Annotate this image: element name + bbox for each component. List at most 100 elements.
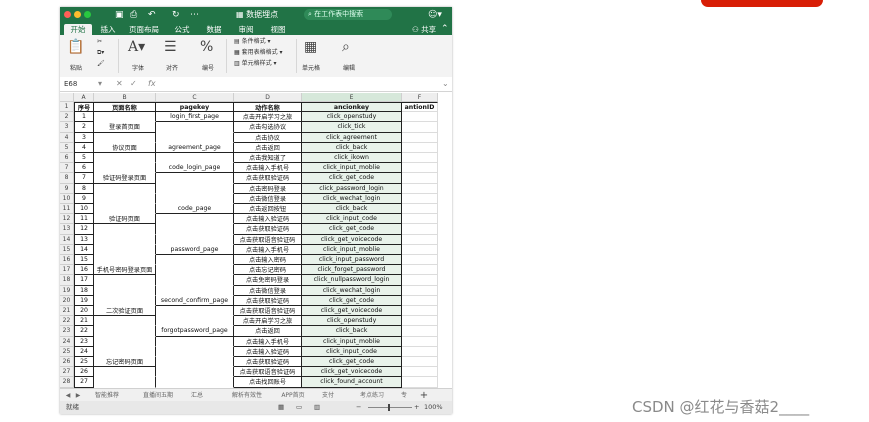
table-cell[interactable] bbox=[402, 163, 438, 174]
row-header[interactable]: 8 bbox=[60, 173, 74, 184]
redo-icon[interactable]: ↻ bbox=[172, 9, 180, 21]
table-cell[interactable]: click_wechat_login bbox=[302, 285, 402, 296]
column-header-a[interactable]: A bbox=[74, 93, 94, 102]
table-cell[interactable]: 26 bbox=[74, 367, 94, 378]
zoom-out-icon[interactable]: − bbox=[356, 402, 361, 413]
table-cell[interactable]: code_page bbox=[156, 204, 234, 215]
table-cell[interactable]: 点击返回 bbox=[234, 142, 302, 153]
table-cell[interactable]: 点击获取语音验证码 bbox=[234, 306, 302, 317]
table-cell[interactable] bbox=[94, 316, 156, 327]
table-cell[interactable] bbox=[156, 153, 234, 164]
table-cell[interactable]: 点击勾选协议 bbox=[234, 122, 302, 133]
table-cell[interactable]: 点击免密码登录 bbox=[234, 275, 302, 286]
header-cell[interactable]: 序号 bbox=[74, 102, 94, 113]
close-window-button[interactable] bbox=[64, 11, 71, 18]
table-cell[interactable] bbox=[94, 275, 156, 286]
table-cell[interactable]: 15 bbox=[74, 255, 94, 266]
table-cell[interactable]: 点击获取验证码 bbox=[234, 295, 302, 306]
table-cell[interactable] bbox=[94, 153, 156, 164]
table-cell[interactable]: click_input_moblie bbox=[302, 244, 402, 255]
table-cell[interactable]: click_input_moblie bbox=[302, 163, 402, 174]
zoom-slider[interactable] bbox=[368, 407, 412, 408]
header-cell[interactable]: ancionkey bbox=[302, 102, 402, 113]
header-cell[interactable]: 动作名称 bbox=[234, 102, 302, 113]
table-cell[interactable] bbox=[156, 234, 234, 245]
table-cell[interactable]: click_get_code bbox=[302, 357, 402, 368]
column-header-b[interactable]: B bbox=[94, 93, 156, 102]
row-header[interactable]: 2 bbox=[60, 112, 74, 123]
table-cell[interactable]: 验证码登录页面 bbox=[94, 173, 156, 184]
table-cell[interactable]: password_page bbox=[156, 244, 234, 255]
prev-sheet-icon[interactable]: ◀ bbox=[64, 390, 72, 401]
table-cell[interactable] bbox=[156, 275, 234, 286]
table-cell[interactable]: forgotpassword_page bbox=[156, 326, 234, 337]
row-header[interactable]: 10 bbox=[60, 193, 74, 204]
table-cell[interactable]: 二次验证页面 bbox=[94, 306, 156, 317]
paste-icon[interactable]: 📋 bbox=[67, 39, 84, 55]
table-cell[interactable]: click_wechat_login bbox=[302, 193, 402, 204]
table-cell[interactable]: 5 bbox=[74, 153, 94, 164]
table-cell[interactable]: 7 bbox=[74, 173, 94, 184]
undo-icon[interactable]: ↶ bbox=[148, 9, 156, 21]
table-cell[interactable] bbox=[402, 142, 438, 153]
row-header[interactable]: 17 bbox=[60, 265, 74, 276]
table-cell[interactable] bbox=[402, 346, 438, 357]
row-header[interactable]: 12 bbox=[60, 214, 74, 225]
table-cell[interactable]: click_openstudy bbox=[302, 316, 402, 327]
table-cell[interactable] bbox=[156, 214, 234, 225]
print-icon[interactable]: ⎙ bbox=[130, 9, 137, 21]
table-cell[interactable]: click_agreement bbox=[302, 132, 402, 143]
sheet-tab-live-room[interactable]: 直播间五期 bbox=[134, 390, 182, 401]
table-cell[interactable]: 点击获取验证码 bbox=[234, 357, 302, 368]
table-cell[interactable]: 点击开启学习之旅 bbox=[234, 112, 302, 123]
table-cell[interactable]: click_input_code bbox=[302, 346, 402, 357]
table-cell[interactable] bbox=[94, 183, 156, 194]
table-cell[interactable]: 验证码页面 bbox=[94, 214, 156, 225]
table-cell[interactable]: 1 bbox=[74, 112, 94, 123]
cancel-icon[interactable]: ✕ bbox=[116, 79, 123, 89]
table-cell[interactable] bbox=[402, 214, 438, 225]
table-cell[interactable] bbox=[402, 285, 438, 296]
table-cell[interactable] bbox=[94, 204, 156, 215]
table-cell[interactable] bbox=[402, 255, 438, 266]
next-sheet-icon[interactable]: ▶ bbox=[74, 390, 82, 401]
cells-icon[interactable]: ▦ bbox=[304, 39, 317, 55]
table-cell[interactable] bbox=[402, 377, 438, 388]
sheet-tab-more[interactable]: 专 bbox=[398, 390, 410, 401]
table-cell[interactable] bbox=[94, 224, 156, 235]
table-cell[interactable] bbox=[156, 346, 234, 357]
maximize-window-button[interactable] bbox=[84, 11, 91, 18]
table-cell[interactable]: click_get_voicecode bbox=[302, 367, 402, 378]
table-cell[interactable] bbox=[402, 183, 438, 194]
row-header[interactable]: 26 bbox=[60, 357, 74, 368]
table-cell[interactable]: 忘记密码页面 bbox=[94, 357, 156, 368]
table-format-button[interactable]: ▦ 套用表格格式 ▾ bbox=[234, 49, 283, 57]
table-cell[interactable]: 手机号密码登录页面 bbox=[94, 265, 156, 276]
column-header-f[interactable]: F bbox=[402, 93, 438, 102]
row-header[interactable]: 1 bbox=[60, 102, 74, 113]
table-cell[interactable]: 21 bbox=[74, 316, 94, 327]
table-cell[interactable]: 点击协议 bbox=[234, 132, 302, 143]
table-cell[interactable] bbox=[94, 234, 156, 245]
row-header[interactable]: 7 bbox=[60, 163, 74, 174]
table-cell[interactable] bbox=[402, 132, 438, 143]
table-cell[interactable]: 点击获取验证码 bbox=[234, 224, 302, 235]
table-cell[interactable]: 点击输入手机号 bbox=[234, 336, 302, 347]
row-header[interactable]: 27 bbox=[60, 367, 74, 378]
table-cell[interactable] bbox=[156, 285, 234, 296]
row-header[interactable]: 9 bbox=[60, 183, 74, 194]
more-icon[interactable]: ⋯ bbox=[190, 9, 199, 21]
table-cell[interactable]: 4 bbox=[74, 142, 94, 153]
sheet-tab-validity[interactable]: 解析有效性 bbox=[222, 390, 272, 401]
table-cell[interactable]: 点击输入验证码 bbox=[234, 214, 302, 225]
table-cell[interactable]: 点击输入手机号 bbox=[234, 244, 302, 255]
table-cell[interactable]: click_back bbox=[302, 326, 402, 337]
row-header[interactable]: 25 bbox=[60, 346, 74, 357]
table-cell[interactable]: 点击忘记密码 bbox=[234, 265, 302, 276]
table-cell[interactable]: click_get_code bbox=[302, 224, 402, 235]
row-header[interactable]: 22 bbox=[60, 316, 74, 327]
row-header[interactable]: 19 bbox=[60, 285, 74, 296]
table-cell[interactable] bbox=[94, 295, 156, 306]
row-header[interactable]: 24 bbox=[60, 336, 74, 347]
collapse-ribbon-icon[interactable]: ⌃ bbox=[441, 23, 449, 35]
